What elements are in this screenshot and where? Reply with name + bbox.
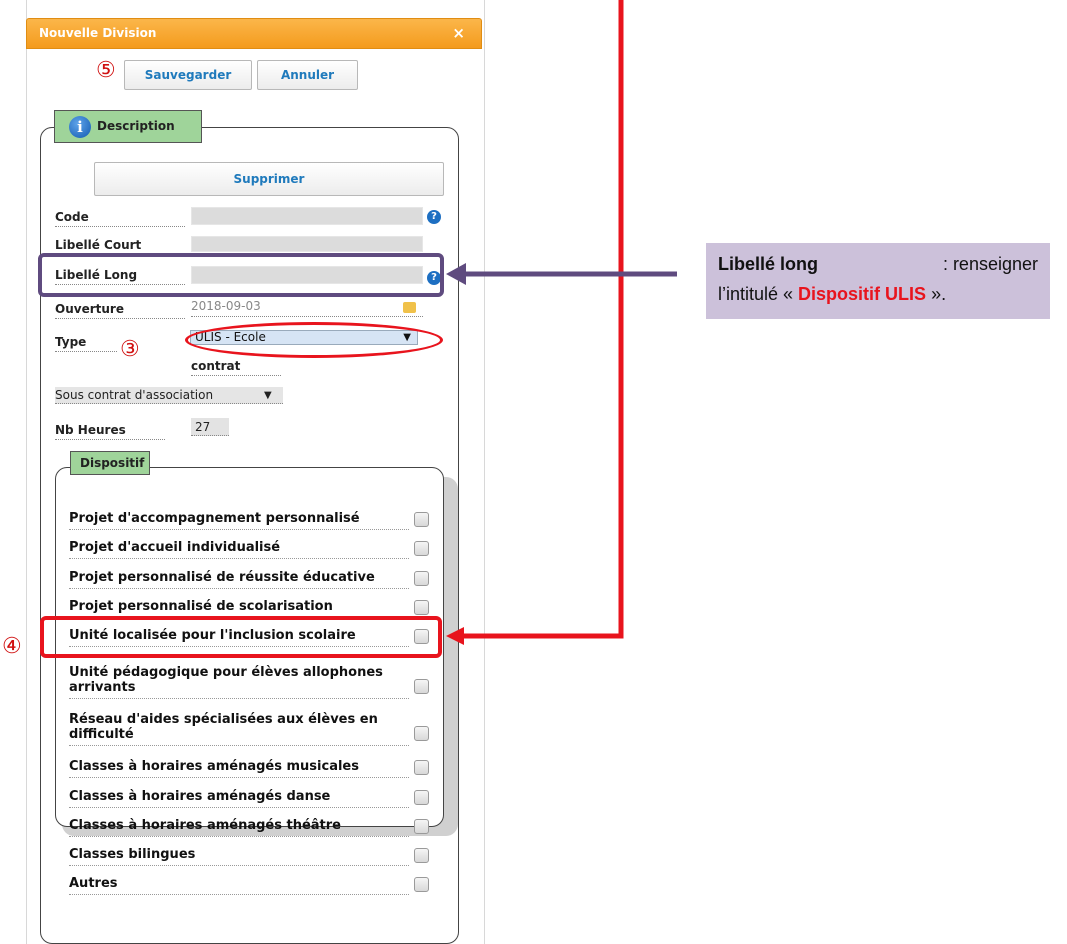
callout-text-2: l’intitulé « (718, 284, 799, 304)
red-arrowhead (446, 627, 464, 645)
libelle-long-highlight-box (38, 253, 444, 297)
callout-text-3: ». (926, 284, 947, 304)
annotation-arrows (446, 0, 677, 645)
callout-text-1: : renseigner (937, 254, 1038, 274)
purple-arrowhead (446, 263, 466, 285)
callout-line-2: l’intitulé « Dispositif ULIS ». (718, 279, 1038, 309)
callout-box: Libellé long : renseigner l’intitulé « D… (706, 243, 1050, 319)
callout-bold: Libellé long (718, 254, 819, 274)
callout-highlight: Dispositif ULIS (798, 284, 927, 304)
callout-line-1: Libellé long : renseigner (718, 249, 1038, 279)
red-connector-line (458, 0, 624, 639)
